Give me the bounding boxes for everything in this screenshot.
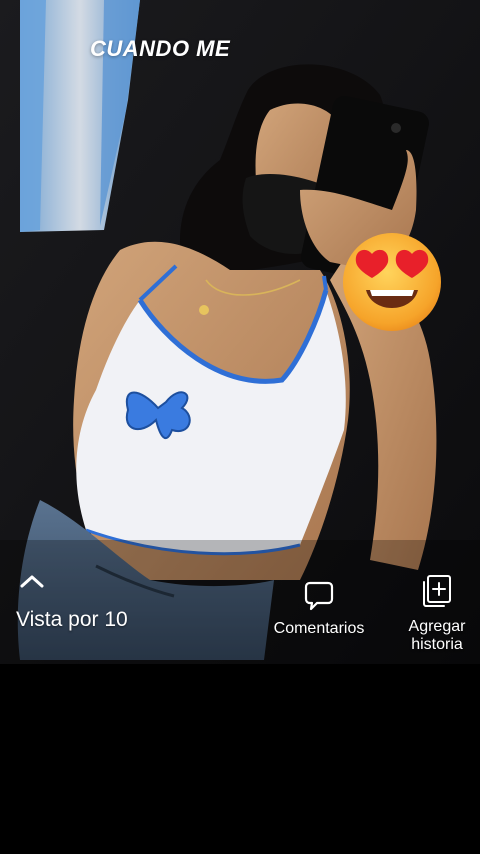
add-story-button[interactable]: Agregar historia — [398, 572, 476, 654]
comment-bubble-icon — [304, 581, 334, 611]
comments-button[interactable]: Comentarios — [262, 576, 376, 638]
story-viewer-screen: CUANDO ME Vista por 10 Comentarios Agreg… — [0, 0, 480, 854]
add-story-icon — [423, 575, 451, 607]
heart-eyes-emoji-sticker — [342, 232, 442, 332]
viewers-label: Vista por 10 — [16, 608, 128, 631]
chevron-up-icon — [20, 575, 44, 588]
empty-bottom-area — [0, 664, 480, 854]
heart-eyes-emoji-icon — [343, 233, 441, 331]
add-story-label: Agregar historia — [408, 618, 466, 653]
story-footer-bar: Vista por 10 Comentarios Agregar histori… — [0, 560, 480, 670]
comments-label: Comentarios — [273, 620, 365, 637]
story-caption: CUANDO ME — [90, 36, 231, 61]
